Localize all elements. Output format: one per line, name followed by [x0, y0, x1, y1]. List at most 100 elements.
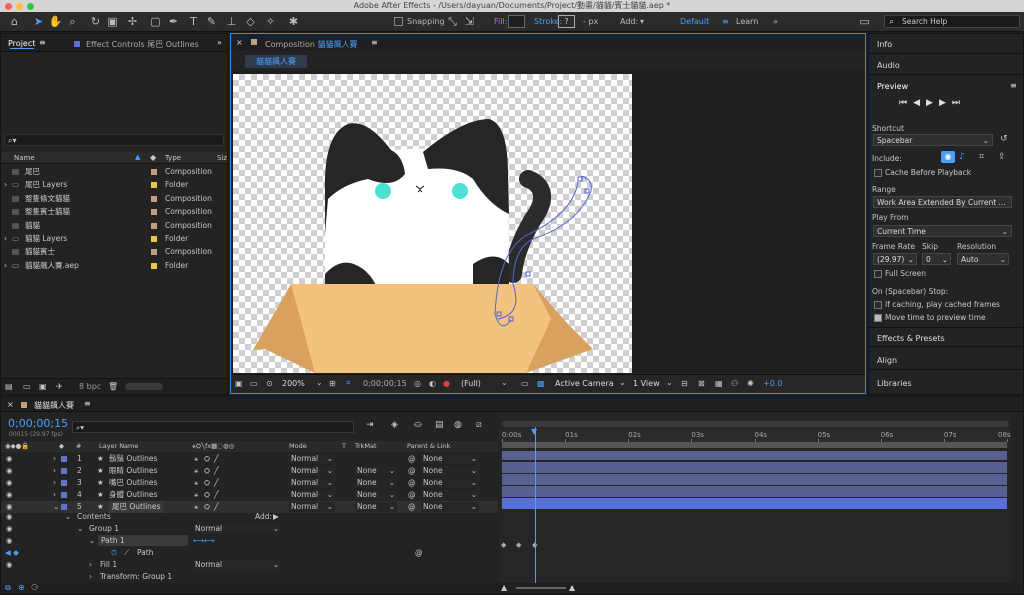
- layer-bar-3[interactable]: [502, 474, 1007, 485]
- resolution-dropdown[interactable]: (Full): [461, 379, 481, 388]
- expand-arrow-icon[interactable]: ⌄: [77, 523, 83, 535]
- trkmat-dropdown[interactable]: None ⌄: [355, 478, 397, 488]
- layer-name[interactable]: 眼睛 Outlines: [109, 465, 157, 477]
- shy-icon[interactable]: ⛀: [414, 420, 422, 430]
- eraser-tool-icon[interactable]: ◇: [243, 14, 258, 29]
- cache-before-playback-checkbox[interactable]: [874, 169, 882, 177]
- new-composition-icon[interactable]: ▣: [39, 382, 47, 391]
- switch-shy-icon[interactable]: ⚹: [194, 465, 199, 477]
- expand-arrow-icon[interactable]: ›: [4, 259, 7, 272]
- current-time-readout[interactable]: 0;00;00;15: [363, 379, 407, 388]
- switch-collapse-icon[interactable]: ⛭: [204, 477, 210, 489]
- snap-edges-icon[interactable]: ⇲: [462, 14, 477, 29]
- eye-icon[interactable]: ◉: [6, 523, 13, 535]
- fill1-mode-dropdown[interactable]: Normal ⌄: [193, 560, 281, 570]
- eye-icon[interactable]: ◉: [6, 477, 13, 489]
- workspace-more-icon[interactable]: »: [773, 17, 778, 26]
- layer-mode-dropdown[interactable]: Normal ⌄: [289, 490, 335, 500]
- transfer-controls-icon[interactable]: ⊕: [18, 583, 25, 592]
- next-frame-icon[interactable]: ▶: [939, 98, 952, 108]
- include-audio-icon[interactable]: ♪: [959, 152, 965, 162]
- label-swatch[interactable]: [61, 456, 67, 462]
- eye-icon[interactable]: ◉: [6, 489, 13, 501]
- label-swatch[interactable]: [61, 504, 67, 510]
- playhead-handle-icon[interactable]: ▼: [531, 427, 537, 436]
- show-snapshot-icon[interactable]: ◐: [429, 379, 436, 388]
- include-video-icon[interactable]: ◉: [941, 151, 955, 163]
- add-content-icon[interactable]: ▶: [273, 511, 279, 523]
- stroke-swatch[interactable]: ?: [558, 15, 575, 28]
- reset-icon[interactable]: ↺: [1000, 134, 1008, 144]
- time-graph-area[interactable]: 0:00s01s02s03s04s05s06s07s08s ◆ ◆ ◆ ▼: [499, 415, 1011, 583]
- project-item[interactable]: ▤ 整隻條文貓貓 Composition: [1, 192, 227, 205]
- workspace-learn[interactable]: Learn: [736, 17, 758, 26]
- layer-switches-icon[interactable]: ⧉: [5, 583, 11, 593]
- label-swatch[interactable]: [151, 195, 157, 202]
- column-layer-name[interactable]: Layer Name: [99, 441, 138, 452]
- path-direction-icon[interactable]: ⟷⟷: [193, 535, 215, 547]
- snapshot-icon[interactable]: ◎: [414, 379, 421, 388]
- timeline-icon[interactable]: ▦: [715, 379, 723, 388]
- collapse-arrow-icon[interactable]: ›: [53, 477, 56, 489]
- close-window-button[interactable]: [5, 3, 12, 10]
- selection-tool-icon[interactable]: ➤: [31, 14, 46, 29]
- parent-dropdown[interactable]: None ⌄: [421, 466, 479, 476]
- layer-row[interactable]: ◉ › 4 ★ 身體 Outlines ⚹ ⛭ ╱ Normal ⌄ None ⌄ @ None ⌄: [1, 489, 498, 501]
- project-item[interactable]: › ▭ 尾巴 Layers Folder: [1, 178, 227, 191]
- workspace-menu-icon[interactable]: ≡: [722, 17, 729, 26]
- layer-name[interactable]: 嘴巴 Outlines: [109, 477, 157, 489]
- shortcut-dropdown[interactable]: Spacebar ⌄: [873, 134, 993, 146]
- close-tab-icon[interactable]: ×: [7, 400, 14, 409]
- pick-whip-icon[interactable]: @: [415, 547, 423, 559]
- column-mode[interactable]: Mode: [289, 441, 307, 452]
- work-area-bar[interactable]: [502, 442, 1007, 448]
- resolution-dropdown[interactable]: Auto ⌄: [957, 253, 1009, 265]
- trash-icon[interactable]: 🗑: [108, 382, 118, 391]
- label-swatch[interactable]: [151, 209, 157, 216]
- project-search-input[interactable]: ⌕▾: [4, 134, 224, 146]
- breadcrumb[interactable]: 貓貓飆人賽: [245, 55, 307, 68]
- project-item[interactable]: › ▭ 貓貓飆人賽.aep Folder: [1, 259, 227, 272]
- include-external-icon[interactable]: ⇪: [998, 152, 1006, 162]
- path1-row[interactable]: ◉ ⌄ Path 1 ⟷⟷: [1, 535, 498, 547]
- always-preview-icon[interactable]: ▣: [235, 379, 243, 388]
- range-dropdown[interactable]: Work Area Extended By Current ...: [873, 196, 1012, 208]
- layer-row[interactable]: ◉ › 2 ★ 眼睛 Outlines ⚹ ⛭ ╱ Normal ⌄ None ⌄ @ None ⌄: [1, 465, 498, 477]
- composition-flowchart-icon[interactable]: ⇥: [366, 420, 374, 430]
- label-swatch[interactable]: [151, 182, 157, 189]
- interpret-footage-icon[interactable]: ▤: [5, 382, 13, 391]
- label-swatch[interactable]: [151, 236, 157, 242]
- switch-quality-icon[interactable]: ╱: [214, 453, 219, 465]
- parent-dropdown[interactable]: None ⌄: [421, 490, 479, 500]
- layer-row[interactable]: ◉ › 1 ★ 鬍鬚 Outlines ⚹ ⛭ ╱ Normal ⌄ @ None ⌄: [1, 453, 498, 465]
- frame-blending-icon[interactable]: ▤: [435, 420, 444, 430]
- label-swatch[interactable]: [61, 492, 67, 498]
- frame-rate-dropdown[interactable]: (29.97) ⌄: [873, 253, 917, 265]
- keyframe-nav-icon[interactable]: ◀ ◆: [5, 547, 19, 559]
- monitor-icon[interactable]: ▭: [250, 379, 258, 388]
- layer-bar-2[interactable]: [502, 462, 1007, 473]
- color-channel-icon[interactable]: ●: [443, 379, 450, 388]
- layer-bar-5[interactable]: [502, 498, 1007, 509]
- trkmat-dropdown[interactable]: None ⌄: [355, 466, 397, 476]
- playhead-line[interactable]: [535, 427, 536, 583]
- project-item[interactable]: ▤ 尾巴 Composition: [1, 165, 227, 178]
- safe-margins-icon[interactable]: ⊞: [329, 379, 336, 388]
- switch-quality-icon[interactable]: ╱: [214, 489, 219, 501]
- tab-composition[interactable]: Composition 貓貓飆人賽: [265, 39, 358, 50]
- column-trkmat[interactable]: TrkMat: [355, 441, 377, 452]
- pen-tool-icon[interactable]: ✒: [166, 14, 181, 29]
- fill1-row[interactable]: ◉ › Fill 1 Normal ⌄: [1, 559, 498, 571]
- fast-draft-icon[interactable]: ⊠: [698, 379, 705, 388]
- exposure-value[interactable]: +0.0: [763, 379, 782, 388]
- play-icon[interactable]: ▶: [926, 98, 939, 108]
- switch-shy-icon[interactable]: ⚹: [194, 453, 199, 465]
- composition-menu-icon[interactable]: ≡: [371, 38, 378, 47]
- zoom-out-icon[interactable]: ▲: [501, 583, 507, 592]
- switch-collapse-icon[interactable]: ⛭: [204, 489, 210, 501]
- flowchart-icon[interactable]: ⚇: [731, 379, 738, 388]
- layer-bar-1[interactable]: [502, 451, 1007, 460]
- tab-effect-controls[interactable]: Effect Controls 尾巴 Outlines: [86, 39, 199, 50]
- rectangle-tool-icon[interactable]: ▢: [148, 14, 163, 29]
- zoom-dropdown[interactable]: 200%: [282, 379, 305, 388]
